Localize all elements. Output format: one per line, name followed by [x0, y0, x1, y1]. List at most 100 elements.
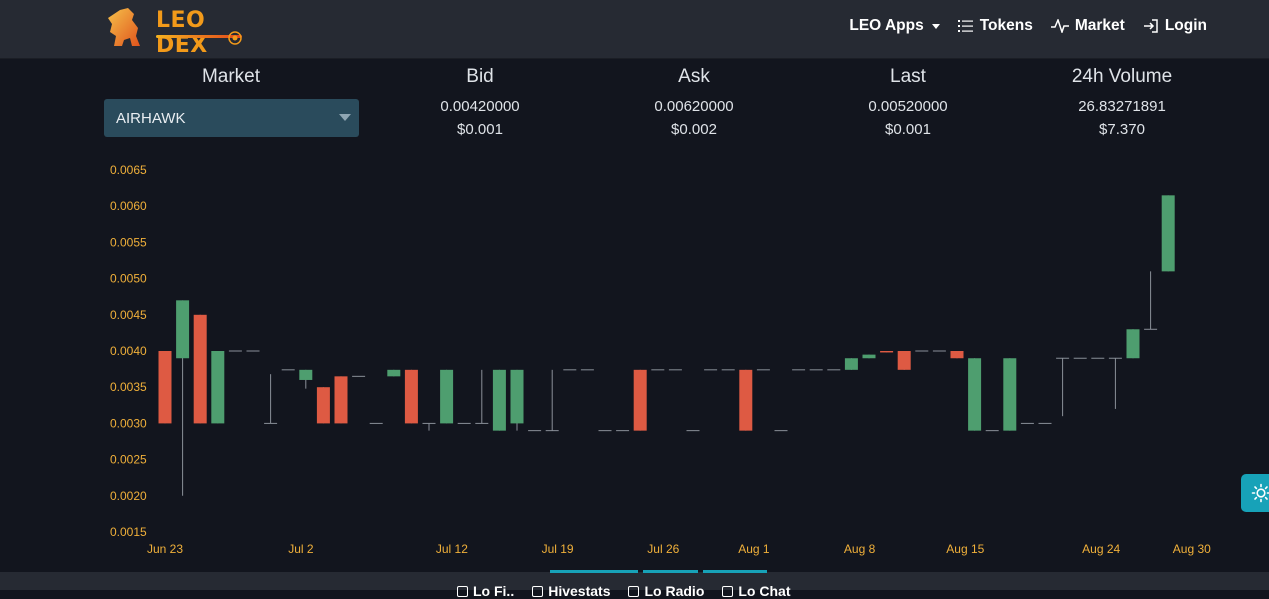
lion-logo-icon: [106, 8, 144, 47]
candle-body[interactable]: [880, 351, 894, 353]
tab-active-marker: [550, 570, 638, 573]
candle-body[interactable]: [510, 369, 524, 424]
candle-body[interactable]: [633, 369, 647, 431]
bid-column: Bid 0.00420000 $0.001: [380, 66, 580, 138]
nav-tokens[interactable]: Tokens: [957, 17, 1033, 35]
caret-down-icon: [931, 23, 940, 29]
price-candlestick-chart[interactable]: 0.0065 0.0060 0.0055 0.0050 0.0045 0.0040 0.00…: [0, 150, 1269, 570]
candle-body[interactable]: [950, 351, 964, 359]
bid-value: 0.00420000: [440, 98, 520, 115]
nav-leo-apps[interactable]: LEO Apps: [849, 17, 940, 35]
candle-body[interactable]: [492, 369, 506, 431]
nav-market[interactable]: Market: [1050, 17, 1125, 35]
candle-body[interactable]: [387, 369, 401, 377]
candle-body[interactable]: [1126, 329, 1140, 359]
nav-login-label: Login: [1164, 17, 1207, 34]
candle-body[interactable]: [862, 354, 876, 359]
ask-value: 0.00620000: [654, 98, 734, 115]
nav-menu: LEO Apps Tokens Market Login: [849, 17, 1207, 35]
last-value: 0.00520000: [868, 98, 948, 115]
tab-icon: [628, 585, 640, 597]
x-tick-label: Jun 23: [147, 542, 183, 556]
ask-header: Ask: [678, 66, 710, 87]
dropdown-arrow-icon: [339, 114, 351, 121]
candle-body[interactable]: [1003, 358, 1017, 431]
candle-body[interactable]: [316, 387, 330, 424]
login-icon: [1143, 19, 1158, 33]
x-tick-label: Jul 2: [288, 542, 314, 556]
last-header: Last: [890, 66, 926, 87]
tab-active-marker: [643, 570, 698, 573]
candle-body[interactable]: [211, 351, 225, 424]
bottom-tab-label: Lo Chat: [738, 583, 791, 599]
volume-value: 26.83271891: [1078, 98, 1166, 115]
bottom-tab-label: Hivestats: [548, 583, 611, 599]
y-tick-label: 0.0015: [110, 525, 147, 539]
top-navbar: LEO DEX LEO Apps Tokens Market Login: [0, 0, 1269, 59]
bottom-tabs: Lo Fi.. Hivestats Lo Radio Lo Chat: [457, 583, 790, 599]
tab-icon: [457, 585, 468, 597]
bottom-tab-chat[interactable]: Lo Chat: [722, 583, 790, 599]
bottom-tab-label: Lo Fi..: [473, 583, 515, 599]
tab-icon: [532, 585, 544, 597]
market-select-value: AIRHAWK: [116, 109, 186, 127]
candle-body[interactable]: [1161, 195, 1175, 272]
last-column: Last 0.00520000 $0.001: [808, 66, 1008, 138]
x-tick-label: Aug 15: [946, 542, 984, 556]
nav-leo-apps-label: LEO Apps: [849, 17, 924, 34]
y-tick-label: 0.0050: [110, 272, 147, 286]
candle-body[interactable]: [193, 314, 207, 424]
candle-body[interactable]: [739, 369, 753, 431]
bottom-tab-radio[interactable]: Lo Radio: [628, 583, 704, 599]
y-tick-label: 0.0030: [110, 416, 147, 430]
leodex-logo[interactable]: LEO DEX: [100, 4, 250, 58]
last-usd: $0.001: [885, 121, 931, 138]
x-tick-label: Jul 19: [542, 542, 574, 556]
market-header: Market: [201, 66, 261, 87]
market-select[interactable]: AIRHAWK: [104, 99, 359, 137]
y-tick-label: 0.0065: [110, 163, 147, 177]
bottom-tab-label: Lo Radio: [644, 583, 705, 599]
x-tick-label: Aug 24: [1082, 542, 1120, 556]
theme-toggle-button[interactable]: [1241, 474, 1269, 512]
ask-usd: $0.002: [671, 121, 717, 138]
candle-body[interactable]: [334, 376, 348, 424]
y-tick-label: 0.0055: [110, 235, 147, 249]
candle-body[interactable]: [440, 369, 454, 424]
bid-usd: $0.001: [457, 121, 503, 138]
tab-icon: [722, 585, 734, 597]
activity-icon: [1050, 19, 1069, 33]
x-tick-label: Jul 26: [647, 542, 679, 556]
y-tick-label: 0.0040: [110, 344, 147, 358]
ask-column: Ask 0.00620000 $0.002: [594, 66, 794, 138]
candle-body[interactable]: [176, 300, 190, 359]
market-column: Market: [131, 66, 331, 88]
nav-tokens-label: Tokens: [979, 17, 1033, 34]
candle-body[interactable]: [158, 351, 172, 424]
y-tick-label: 0.0020: [110, 489, 147, 503]
x-tick-label: Aug 30: [1173, 542, 1211, 556]
tab-active-marker: [703, 570, 767, 573]
nav-login[interactable]: Login: [1143, 17, 1207, 35]
y-tick-label: 0.0035: [110, 380, 147, 394]
volume-header: 24h Volume: [1071, 66, 1173, 87]
y-tick-label: 0.0060: [110, 199, 147, 213]
volume-usd: $7.370: [1099, 121, 1145, 138]
y-tick-label: 0.0025: [110, 453, 147, 467]
bottom-tab-lofi[interactable]: Lo Fi..: [457, 583, 514, 599]
candle-body[interactable]: [968, 358, 982, 431]
candle-body[interactable]: [897, 351, 911, 370]
sun-icon: [1251, 483, 1269, 503]
brand-coin-icon: [228, 31, 242, 45]
x-tick-label: Jul 12: [436, 542, 468, 556]
bottom-tab-hivestats[interactable]: Hivestats: [532, 583, 610, 599]
bid-header: Bid: [466, 66, 494, 87]
volume-column: 24h Volume 26.83271891 $7.370: [1022, 66, 1222, 138]
y-tick-label: 0.0045: [110, 308, 147, 322]
nav-market-label: Market: [1074, 17, 1125, 34]
x-tick-label: Aug 1: [738, 542, 770, 556]
candle-body[interactable]: [299, 369, 313, 380]
candle-body[interactable]: [844, 358, 858, 370]
x-tick-label: Aug 8: [844, 542, 876, 556]
candle-body[interactable]: [404, 369, 418, 424]
